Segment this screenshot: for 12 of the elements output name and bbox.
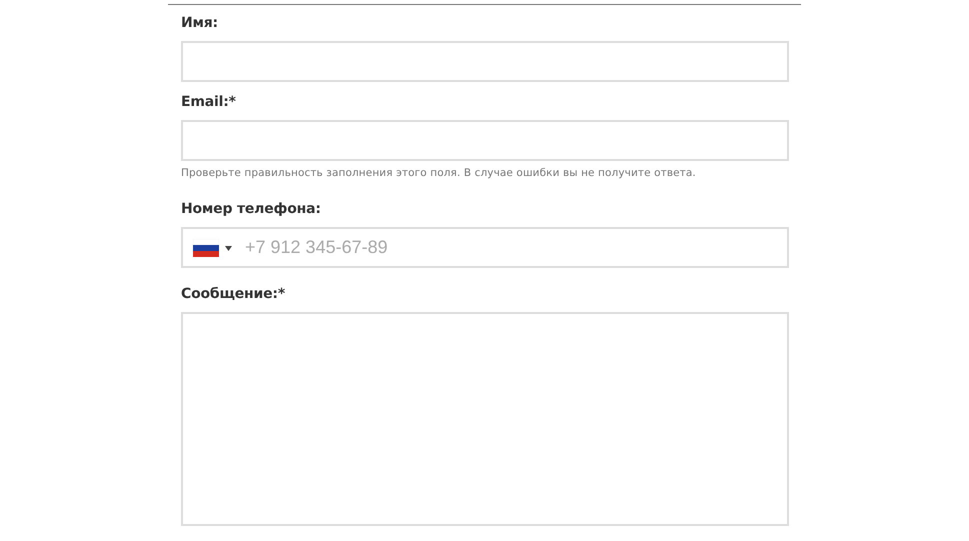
phone-field[interactable]: +7 912 345-67-89 <box>181 227 789 268</box>
message-field[interactable] <box>181 312 789 526</box>
flag-icon <box>193 239 219 257</box>
field-label: Email:* <box>181 93 237 112</box>
hint-text: Проверьте правильность заполнения этого поля. В случае ошибки вы не получите ответа. <box>181 166 697 180</box>
field-label: Имя: <box>181 14 219 33</box>
input-field[interactable] <box>181 120 789 161</box>
field-label: Сообщение:* <box>181 285 286 304</box>
caret-icon <box>225 246 232 250</box>
field-label: Номер телефона: <box>181 200 322 219</box>
country-selector[interactable] <box>193 239 232 257</box>
input-field[interactable] <box>181 41 789 82</box>
